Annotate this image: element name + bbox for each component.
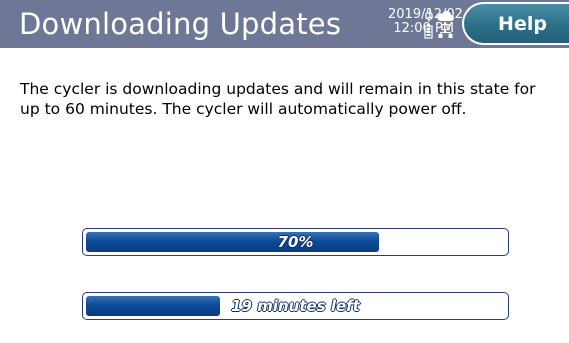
help-button[interactable]: Help [462, 2, 569, 45]
status-icons [421, 9, 455, 39]
network-icon [438, 24, 453, 38]
battery-icon [424, 24, 433, 39]
status-message: The cycler is downloading updates and wi… [20, 80, 536, 118]
title-bar: Downloading Updates 2019/12/02 12:00 PM [0, 0, 569, 48]
time-remaining-label: 19 minutes left [231, 297, 360, 315]
page-title: Downloading Updates [19, 7, 342, 41]
time-remaining-bar: 19 minutes left [82, 292, 509, 320]
power-plug-icon [425, 10, 433, 22]
cloud-icon [437, 11, 454, 21]
download-progress-bar: 70% [82, 228, 509, 256]
download-progress-label: 70% [277, 233, 314, 251]
